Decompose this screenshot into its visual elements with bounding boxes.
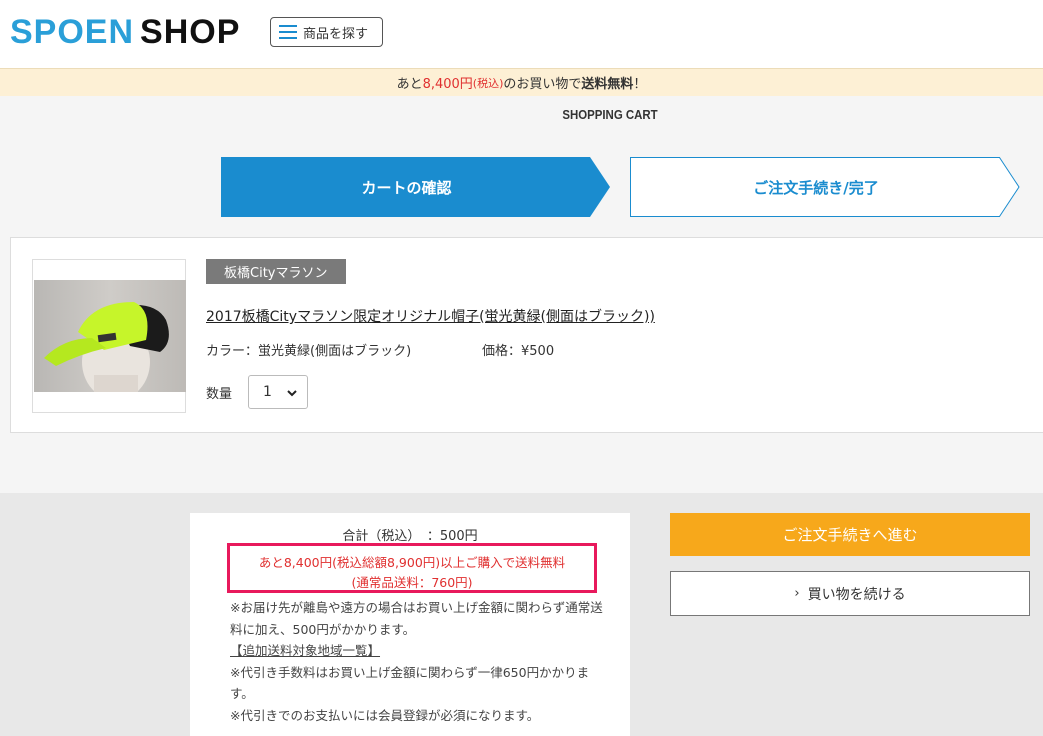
cart-item: 板橋Cityマラソン 2017板橋Cityマラソン限定オリジナル帽子(蛍光黄緑(…: [10, 237, 1043, 433]
note-remote-area: ※お届け先が離島や遠方の場合はお買い上げ金額に関わらず通常送料に加え、500円が…: [230, 600, 603, 637]
quantity-select[interactable]: 1: [248, 375, 308, 409]
extra-shipping-area-link[interactable]: 【追加送料対象地域一覧】: [230, 640, 610, 662]
page-title: SHOPPING CART: [562, 107, 658, 122]
continue-shopping-button[interactable]: › 買い物を続ける: [670, 571, 1030, 616]
step-cart-confirm: カートの確認: [221, 157, 610, 217]
standard-shipping-fee: (通常品送料：760円): [351, 575, 473, 590]
notice-emphasis: 送料無料: [581, 77, 634, 92]
step-label: ご注文手続き/完了: [753, 178, 879, 197]
menu-button-label: 商品を探す: [303, 26, 369, 42]
notice-middle: のお買い物で: [503, 77, 582, 92]
product-price: 価格：¥500: [482, 344, 555, 359]
notice-prefix: あと: [396, 77, 423, 92]
hamburger-icon: [279, 25, 297, 39]
free-shipping-highlight: あと8,400円(税込総額8,900円)以上ご購入で送料無料 (通常品送料：76…: [227, 543, 597, 593]
product-photo: [34, 280, 186, 392]
proceed-to-checkout-button[interactable]: ご注文手続きへ進む: [670, 513, 1030, 556]
order-summary-box: 合計（税込） ：500円 あと8,400円(税込総額8,900円)以上ご購入で送…: [190, 513, 630, 736]
shipping-notes: ※お届け先が離島や遠方の場合はお買い上げ金額に関わらず通常送料に加え、500円が…: [230, 597, 610, 726]
step-order-complete: ご注文手続き/完了: [630, 157, 1020, 217]
site-header: SPOEN SHOP 商品を探す: [0, 0, 1043, 68]
category-badge: 板橋Cityマラソン: [206, 259, 346, 284]
quantity-value: 1: [263, 384, 272, 400]
notice-suffix: ！: [633, 77, 647, 92]
free-shipping-notice: あと 8,400円 (税込) のお買い物で 送料無料！: [0, 68, 1043, 96]
logo-text-spoen: SPOEN: [10, 13, 135, 51]
notice-tax: (税込): [472, 76, 504, 90]
free-shipping-remaining: あと8,400円(税込総額8,900円)以上ご購入で送料無料: [258, 555, 566, 570]
site-logo[interactable]: SPOEN SHOP: [10, 14, 240, 50]
product-search-menu-button[interactable]: 商品を探す: [270, 17, 383, 47]
step-label: カートの確認: [361, 178, 452, 197]
notice-amount: 8,400円: [422, 77, 473, 92]
quantity-label: 数量: [206, 387, 233, 402]
note-cod-membership: ※代引きでのお支払いには会員登録が必須になります。: [230, 707, 540, 723]
cart-summary-section: 合計（税込） ：500円 あと8,400円(税込総額8,900円)以上ご購入で送…: [0, 493, 1043, 736]
product-name-link[interactable]: 2017板橋Cityマラソン限定オリジナル帽子(蛍光黄緑(側面はブラック)): [206, 306, 655, 326]
order-total: 合計（税込） ：500円: [342, 529, 478, 544]
product-color: カラー：蛍光黄緑(側面はブラック): [206, 344, 412, 359]
chevron-down-icon: [287, 390, 297, 397]
continue-shopping-label: 買い物を続ける: [807, 586, 906, 603]
product-thumbnail[interactable]: [32, 259, 186, 413]
logo-text-shop: SHOP: [140, 13, 241, 51]
note-cod-fee: ※代引き手数料はお買い上げ金額に関わらず一律650円かかります。: [230, 664, 590, 702]
chevron-right-icon: ›: [794, 586, 800, 601]
